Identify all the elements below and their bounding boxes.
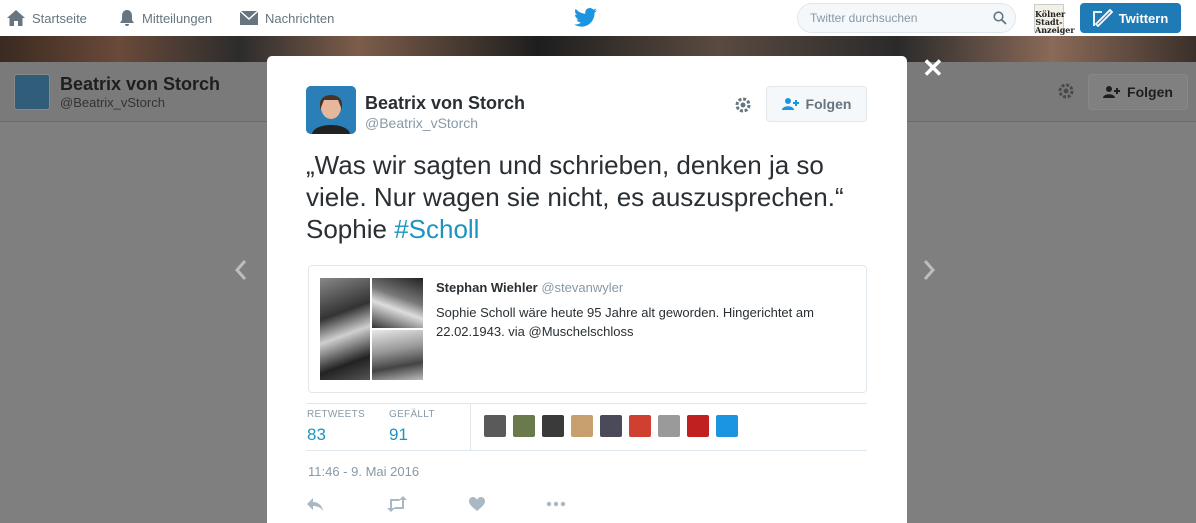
liker-avatar[interactable] — [686, 414, 710, 438]
liker-avatar[interactable] — [483, 414, 507, 438]
profile-follow-button[interactable]: Folgen — [1088, 74, 1188, 110]
tweet-text-main: „Was wir sagten und schrieben, denken ja… — [306, 150, 844, 244]
reply-icon[interactable] — [306, 496, 324, 512]
stats-divider — [470, 404, 471, 450]
nav-messages-label: Nachrichten — [265, 10, 335, 26]
tweet-button[interactable]: Twittern — [1080, 3, 1181, 33]
liker-avatar[interactable] — [570, 414, 594, 438]
profile-follow-label: Folgen — [1127, 84, 1173, 100]
liker-avatar[interactable] — [657, 414, 681, 438]
previous-arrow-icon[interactable] — [233, 258, 249, 282]
tweet-author-avatar[interactable] — [306, 86, 356, 134]
follow-button[interactable]: Folgen — [766, 86, 867, 122]
account-avatar-text: Kölner Stadt-Anzeiger — [1035, 9, 1075, 35]
retweets-label: RETWEETS — [307, 409, 365, 420]
home-icon — [7, 10, 25, 26]
gear-icon[interactable] — [733, 95, 753, 115]
liker-avatar[interactable] — [599, 414, 623, 438]
tweet-button-label: Twittern — [1118, 10, 1169, 26]
top-navigation: Startseite Mitteilungen Nachrichten Twit… — [0, 0, 1196, 36]
tweet-timestamp[interactable]: 11:46 - 9. Mai 2016 — [308, 464, 419, 479]
follow-icon — [1103, 86, 1121, 98]
liker-avatar[interactable] — [512, 414, 536, 438]
tweet-author-handle[interactable]: @Beatrix_vStorch — [365, 115, 478, 131]
nav-messages[interactable]: Nachrichten — [239, 0, 334, 36]
gear-icon[interactable] — [1056, 81, 1076, 101]
quoted-author-handle: @stevanwyler — [541, 280, 624, 295]
tweet-author-name[interactable]: Beatrix von Storch — [365, 93, 525, 114]
search-placeholder: Twitter durchsuchen — [810, 11, 918, 25]
tweet-stats: RETWEETS 83 GEFÄLLT 91 — [306, 403, 867, 451]
likes-count: 91 — [389, 425, 408, 444]
retweet-icon[interactable] — [386, 496, 408, 512]
twitter-bird-icon[interactable] — [574, 8, 597, 27]
nav-notifications[interactable]: Mitteilungen — [118, 0, 212, 36]
heart-icon[interactable] — [468, 496, 486, 512]
quoted-author-name: Stephan Wiehler — [436, 280, 538, 295]
account-avatar[interactable]: Kölner Stadt-Anzeiger — [1034, 4, 1075, 34]
tweet-actions — [306, 496, 606, 516]
nav-notifications-label: Mitteilungen — [142, 10, 213, 26]
liker-avatar[interactable] — [715, 414, 739, 438]
profile-name[interactable]: Beatrix von Storch — [60, 74, 220, 95]
author-photo — [306, 86, 356, 134]
more-icon[interactable] — [546, 496, 566, 512]
quoted-text: Sophie Scholl wäre heute 95 Jahre alt ge… — [436, 305, 814, 339]
retweets-count: 83 — [307, 425, 326, 444]
likers-avatars — [483, 414, 744, 438]
compose-icon — [1092, 9, 1113, 27]
envelope-icon — [239, 10, 259, 25]
profile-avatar[interactable] — [14, 74, 50, 110]
bell-icon — [120, 10, 134, 26]
liker-avatar[interactable] — [628, 414, 652, 438]
quoted-image-portrait — [320, 278, 370, 380]
profile-handle[interactable]: @Beatrix_vStorch — [60, 95, 165, 110]
liker-avatar[interactable] — [541, 414, 565, 438]
tweet-text: „Was wir sagten und schrieben, denken ja… — [306, 149, 876, 245]
next-arrow-icon[interactable] — [921, 258, 937, 282]
search-icon[interactable] — [993, 11, 1007, 25]
quoted-image-bottom — [372, 330, 423, 380]
tweet-modal: Beatrix von Storch @Beatrix_vStorch Folg… — [267, 56, 907, 523]
retweets-stat[interactable]: RETWEETS 83 — [307, 409, 365, 445]
likes-label: GEFÄLLT — [389, 409, 435, 420]
quoted-author[interactable]: Stephan Wiehler @stevanwyler — [436, 280, 623, 295]
close-icon[interactable]: ✕ — [922, 55, 944, 81]
quoted-tweet[interactable]: Stephan Wiehler @stevanwyler Sophie Scho… — [308, 265, 867, 393]
tweet-hashtag[interactable]: #Scholl — [394, 214, 479, 244]
nav-home[interactable]: Startseite — [6, 0, 87, 36]
quoted-image-top — [372, 278, 423, 328]
search-input[interactable]: Twitter durchsuchen — [797, 3, 1016, 33]
follow-icon — [781, 98, 799, 110]
likes-stat[interactable]: GEFÄLLT 91 — [389, 409, 435, 445]
nav-home-label: Startseite — [32, 10, 87, 26]
follow-button-label: Folgen — [805, 96, 852, 112]
